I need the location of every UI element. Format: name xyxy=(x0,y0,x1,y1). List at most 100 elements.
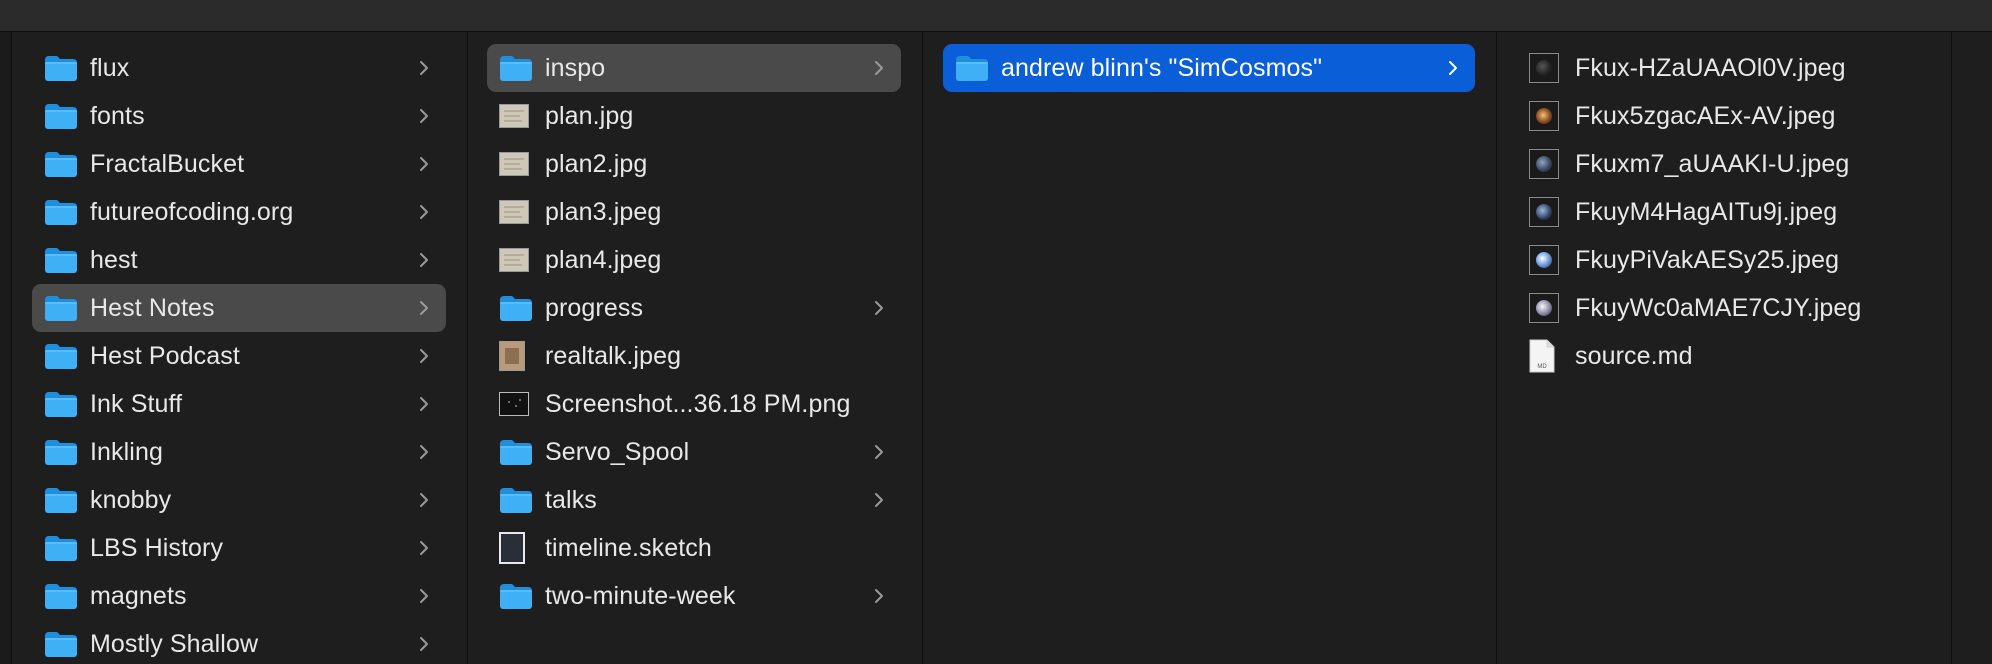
file-row[interactable]: FkuyM4HagAITu9j.jpeg xyxy=(1517,188,1927,236)
file-row[interactable]: Screenshot...36.18 PM.png xyxy=(487,380,901,428)
folder-icon xyxy=(44,534,78,562)
chevron-right-icon xyxy=(414,489,434,511)
item-label: two-minute-week xyxy=(545,581,736,610)
item-label: plan3.jpeg xyxy=(545,197,662,226)
image-thumbnail-icon xyxy=(1529,293,1563,323)
item-label: progress xyxy=(545,293,644,322)
chevron-right-icon xyxy=(414,345,434,367)
file-row[interactable]: plan4.jpeg xyxy=(487,236,901,284)
file-row[interactable]: plan3.jpeg xyxy=(487,188,901,236)
item-label: hest xyxy=(90,245,138,274)
image-thumbnail-icon xyxy=(499,150,533,178)
chevron-right-icon xyxy=(414,633,434,655)
image-thumbnail-icon xyxy=(1529,101,1563,131)
chevron-right-icon xyxy=(414,297,434,319)
image-thumbnail-icon xyxy=(1529,53,1563,83)
folder-icon xyxy=(44,630,78,658)
item-label: Screenshot...36.18 PM.png xyxy=(545,389,851,418)
folder-row[interactable]: Hest Podcast xyxy=(32,332,446,380)
file-row[interactable]: plan.jpg xyxy=(487,92,901,140)
item-label: LBS History xyxy=(90,533,224,562)
folder-row[interactable]: Mostly Shallow xyxy=(32,620,446,664)
image-thumbnail-icon xyxy=(1529,197,1563,227)
file-row[interactable]: realtalk.jpeg xyxy=(487,332,901,380)
item-label: FkuyWc0aMAE7CJY.jpeg xyxy=(1575,293,1862,322)
folder-icon xyxy=(499,582,533,610)
folder-row[interactable]: flux xyxy=(32,44,446,92)
column-browser-3[interactable]: andrew blinn's "SimCosmos" xyxy=(923,32,1497,664)
chevron-right-icon xyxy=(414,537,434,559)
chevron-right-icon xyxy=(414,201,434,223)
folder-icon xyxy=(499,294,533,322)
item-label: flux xyxy=(90,53,130,82)
chevron-right-icon xyxy=(414,153,434,175)
column-browser-4[interactable]: Fkux-HZaUAAOl0V.jpeg Fkux5zgacAEx-AV.jpeg… xyxy=(1497,32,1952,664)
folder-icon xyxy=(44,246,78,274)
item-label: Fkux5zgacAEx-AV.jpeg xyxy=(1575,101,1836,130)
folder-icon xyxy=(44,198,78,226)
image-thumbnail-icon xyxy=(1529,149,1563,179)
folder-icon xyxy=(499,54,533,82)
folder-icon xyxy=(955,54,989,82)
column-browser-1[interactable]: flux fonts FractalBucket futureofcoding.org… xyxy=(12,32,468,664)
file-row[interactable]: Fkux-HZaUAAOl0V.jpeg xyxy=(1517,44,1927,92)
item-label: Mostly Shallow xyxy=(90,629,259,658)
folder-icon xyxy=(44,342,78,370)
folder-row[interactable]: FractalBucket xyxy=(32,140,446,188)
folder-icon xyxy=(44,294,78,322)
folder-row[interactable]: Servo_Spool xyxy=(487,428,901,476)
folder-row[interactable]: andrew blinn's "SimCosmos" xyxy=(943,44,1475,92)
folder-icon xyxy=(499,486,533,514)
folder-icon xyxy=(44,102,78,130)
file-row[interactable]: MD source.md xyxy=(1517,332,1927,380)
image-thumbnail-icon xyxy=(499,341,533,371)
file-row[interactable]: FkuyWc0aMAE7CJY.jpeg xyxy=(1517,284,1927,332)
folder-row[interactable]: progress xyxy=(487,284,901,332)
file-row[interactable]: plan2.jpg xyxy=(487,140,901,188)
file-row[interactable]: Fkux5zgacAEx-AV.jpeg xyxy=(1517,92,1927,140)
folder-row[interactable]: LBS History xyxy=(32,524,446,572)
folder-row[interactable]: fonts xyxy=(32,92,446,140)
item-label: FkuyPiVakAESy25.jpeg xyxy=(1575,245,1840,274)
item-label: futureofcoding.org xyxy=(90,197,294,226)
folder-icon xyxy=(44,486,78,514)
folder-row[interactable]: talks xyxy=(487,476,901,524)
file-row[interactable]: FkuyPiVakAESy25.jpeg xyxy=(1517,236,1927,284)
item-label: inspo xyxy=(545,53,606,82)
folder-row[interactable]: two-minute-week xyxy=(487,572,901,620)
item-label: fonts xyxy=(90,101,145,130)
folder-row[interactable]: knobby xyxy=(32,476,446,524)
item-label: source.md xyxy=(1575,341,1693,370)
folder-row[interactable]: Inkling xyxy=(32,428,446,476)
image-thumbnail-icon xyxy=(499,198,533,226)
item-label: plan4.jpeg xyxy=(545,245,662,274)
folder-icon xyxy=(44,438,78,466)
file-row[interactable]: timeline.sketch xyxy=(487,524,901,572)
folder-row[interactable]: Ink Stuff xyxy=(32,380,446,428)
folder-icon xyxy=(44,582,78,610)
sketch-file-icon xyxy=(499,532,533,564)
markdown-file-icon: MD xyxy=(1529,339,1563,373)
folder-row[interactable]: magnets xyxy=(32,572,446,620)
folder-row[interactable]: hest xyxy=(32,236,446,284)
image-thumbnail-icon xyxy=(499,102,533,130)
item-label: Hest Notes xyxy=(90,293,215,322)
folder-row[interactable]: futureofcoding.org xyxy=(32,188,446,236)
chevron-right-icon xyxy=(414,249,434,271)
item-label: plan.jpg xyxy=(545,101,634,130)
chevron-right-icon xyxy=(414,441,434,463)
column-browser-2[interactable]: inspo plan.jpg plan2.jpg plan3.jpeg plan4.jp… xyxy=(468,32,923,664)
folder-icon xyxy=(44,390,78,418)
item-label: timeline.sketch xyxy=(545,533,712,562)
folder-row[interactable]: inspo xyxy=(487,44,901,92)
chevron-right-icon xyxy=(414,585,434,607)
chevron-right-icon xyxy=(869,441,889,463)
item-label: Fkux-HZaUAAOl0V.jpeg xyxy=(1575,53,1846,82)
folder-row[interactable]: Hest Notes xyxy=(32,284,446,332)
window-toolbar xyxy=(0,0,1992,32)
folder-icon xyxy=(499,438,533,466)
file-row[interactable]: Fkuxm7_aUAAKI-U.jpeg xyxy=(1517,140,1927,188)
item-label: plan2.jpg xyxy=(545,149,648,178)
item-label: knobby xyxy=(90,485,172,514)
item-label: Inkling xyxy=(90,437,163,466)
